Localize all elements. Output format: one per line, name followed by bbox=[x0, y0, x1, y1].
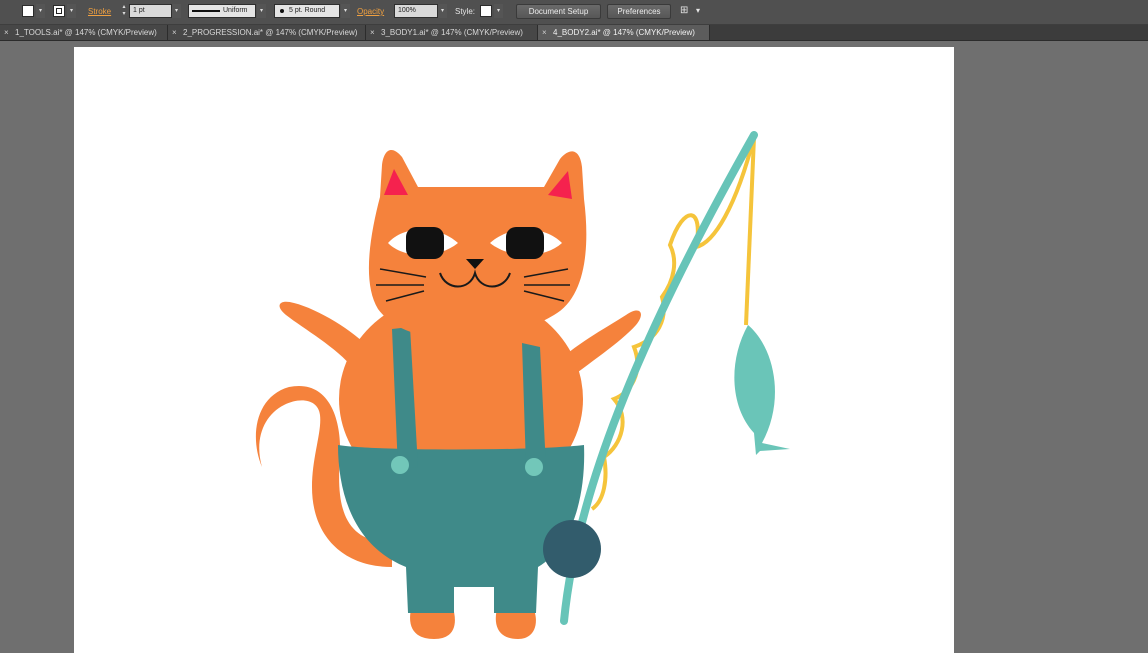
artboard[interactable] bbox=[74, 47, 954, 653]
opacity-dropdown-arrow[interactable]: ▾ bbox=[438, 4, 447, 18]
control-bar: ▾ ▾ Stroke ▴ ▾ 1 pt ▾ Uniform ▾ 5 pt. Ro… bbox=[0, 0, 1148, 25]
cat-fishing-illustration bbox=[255, 131, 790, 639]
brush-dropdown-arrow[interactable]: ▾ bbox=[341, 4, 350, 18]
profile-dropdown-arrow[interactable]: ▾ bbox=[257, 4, 266, 18]
tab-label: 1_TOOLS.ai* @ 147% (CMYK/Preview) bbox=[15, 28, 157, 37]
opacity-field[interactable]: 100% bbox=[394, 4, 438, 18]
preferences-button[interactable]: Preferences bbox=[607, 4, 671, 19]
tab-label: 3_BODY1.ai* @ 147% (CMYK/Preview) bbox=[381, 28, 523, 37]
stroke-weight-stepper[interactable]: ▴ ▾ bbox=[120, 4, 128, 18]
variable-width-profile-dropdown[interactable]: Uniform bbox=[188, 4, 256, 18]
fill-dropdown-arrow[interactable]: ▾ bbox=[36, 4, 45, 18]
document-setup-button[interactable]: Document Setup bbox=[516, 4, 601, 19]
brush-dot-icon bbox=[280, 9, 284, 13]
cat-pupil-left[interactable] bbox=[406, 227, 444, 259]
graphic-style-dropdown-arrow[interactable]: ▾ bbox=[494, 4, 503, 18]
overalls-pants[interactable] bbox=[338, 445, 585, 613]
arrange-documents-dropdown-arrow[interactable]: ▾ bbox=[696, 6, 700, 15]
brush-definition-dropdown[interactable]: 5 pt. Round bbox=[274, 4, 340, 18]
tab-label: 2_PROGRESSION.ai* @ 147% (CMYK/Preview) bbox=[183, 28, 358, 37]
close-icon[interactable]: × bbox=[542, 25, 550, 40]
close-icon[interactable]: × bbox=[4, 25, 12, 40]
style-label: Style: bbox=[455, 7, 476, 16]
arrange-documents-icon[interactable]: ⊞ bbox=[680, 5, 688, 16]
fish[interactable] bbox=[734, 325, 790, 455]
opacity-label[interactable]: Opacity bbox=[357, 7, 384, 16]
stroke-label[interactable]: Stroke bbox=[88, 7, 111, 16]
close-icon[interactable]: × bbox=[370, 25, 378, 40]
stepper-down-icon[interactable]: ▾ bbox=[120, 11, 128, 18]
overalls-button-right[interactable] bbox=[525, 458, 543, 476]
cat-pupil-right[interactable] bbox=[506, 227, 544, 259]
close-icon[interactable]: × bbox=[172, 25, 180, 40]
brush-label: 5 pt. Round bbox=[289, 7, 326, 14]
overalls-button-left[interactable] bbox=[391, 456, 409, 474]
profile-line-icon bbox=[192, 10, 220, 12]
tab-3-body1[interactable]: × 3_BODY1.ai* @ 147% (CMYK/Preview) bbox=[366, 25, 538, 40]
tab-2-progression[interactable]: × 2_PROGRESSION.ai* @ 147% (CMYK/Preview) bbox=[168, 25, 366, 40]
document-tab-bar: × 1_TOOLS.ai* @ 147% (CMYK/Preview) × 2_PR… bbox=[0, 25, 1148, 41]
profile-label: Uniform bbox=[223, 7, 248, 14]
tab-4-body2[interactable]: × 4_BODY2.ai* @ 147% (CMYK/Preview) bbox=[538, 25, 710, 40]
graphic-style-swatch[interactable] bbox=[480, 5, 492, 17]
tab-label: 4_BODY2.ai* @ 147% (CMYK/Preview) bbox=[553, 28, 695, 37]
fill-swatch[interactable] bbox=[22, 5, 34, 17]
stroke-weight-dropdown-arrow[interactable]: ▾ bbox=[172, 4, 181, 18]
canvas-area[interactable] bbox=[0, 41, 1148, 653]
tab-1-tools[interactable]: × 1_TOOLS.ai* @ 147% (CMYK/Preview) bbox=[0, 25, 168, 40]
stroke-weight-field[interactable]: 1 pt bbox=[129, 4, 172, 18]
stepper-up-icon[interactable]: ▴ bbox=[120, 4, 128, 11]
stroke-swatch[interactable] bbox=[53, 5, 65, 17]
fishing-reel[interactable] bbox=[543, 520, 601, 578]
stroke-dropdown-arrow[interactable]: ▾ bbox=[67, 4, 76, 18]
